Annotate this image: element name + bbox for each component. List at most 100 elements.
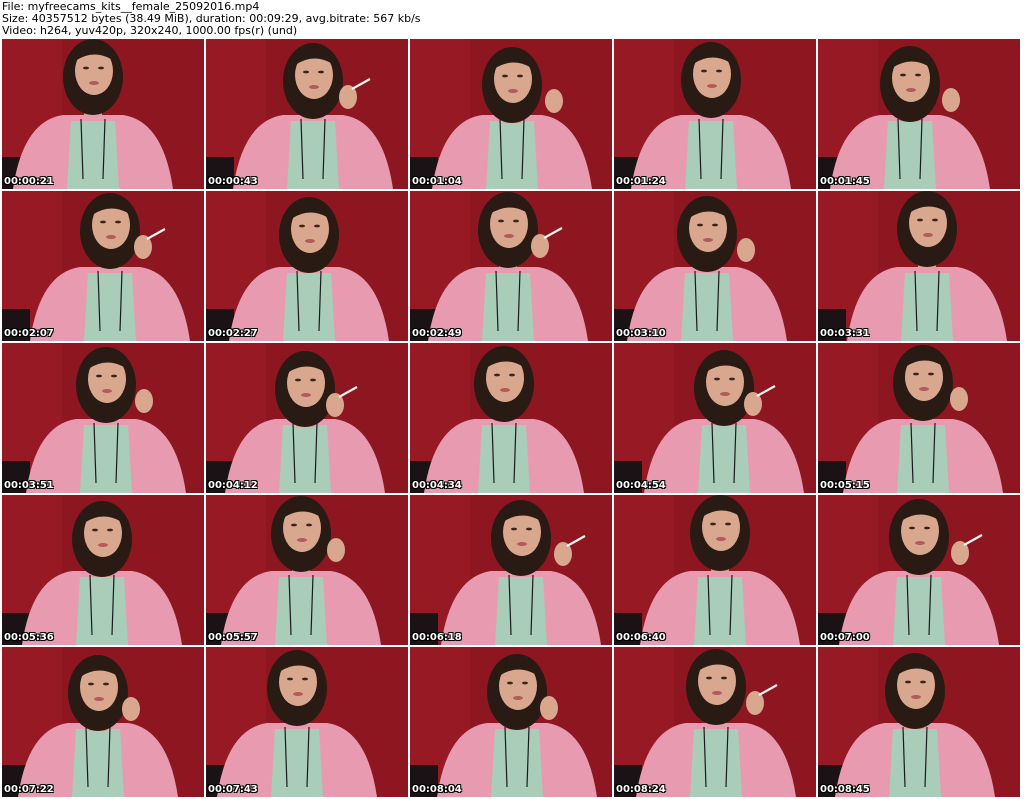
video-frame xyxy=(614,39,816,189)
video-frame xyxy=(410,39,612,189)
video-frame xyxy=(206,343,408,493)
eye xyxy=(299,224,305,228)
mouth xyxy=(513,696,523,700)
eye xyxy=(306,523,312,527)
mint-top xyxy=(275,577,327,645)
hand xyxy=(942,88,960,112)
video-frame xyxy=(410,495,612,645)
eye xyxy=(714,377,720,381)
mint-top xyxy=(884,121,936,189)
mint-top xyxy=(283,273,335,341)
thumbnail-timestamp: 00:01:24 xyxy=(616,176,666,187)
thumbnail-timestamp: 00:07:00 xyxy=(820,632,870,643)
eye xyxy=(725,522,731,526)
video-frame xyxy=(818,495,1020,645)
mint-top xyxy=(279,425,331,493)
video-thumbnail: 00:04:54 xyxy=(614,343,816,493)
eye xyxy=(92,528,98,532)
video-frame xyxy=(410,647,612,797)
hand xyxy=(950,387,968,411)
eye xyxy=(701,69,707,73)
video-thumbnail: 00:02:07 xyxy=(2,191,204,341)
eye xyxy=(913,372,919,376)
thumbnail-timestamp: 00:04:34 xyxy=(412,480,462,491)
thumbnail-timestamp: 00:06:40 xyxy=(616,632,666,643)
mint-top xyxy=(685,121,737,189)
eye xyxy=(310,378,316,382)
thumbnail-timestamp: 00:07:22 xyxy=(4,784,54,795)
mint-top xyxy=(694,577,746,645)
video-frame xyxy=(614,647,816,797)
video-thumbnail: 00:07:00 xyxy=(818,495,1020,645)
thumbnail-timestamp: 00:08:24 xyxy=(616,784,666,795)
eye xyxy=(905,680,911,684)
thumbnail-timestamp: 00:05:57 xyxy=(208,632,258,643)
video-frame xyxy=(818,343,1020,493)
mint-top xyxy=(76,577,128,645)
mouth xyxy=(703,238,713,242)
mint-top xyxy=(897,425,949,493)
mint-top xyxy=(491,729,543,797)
video-frame xyxy=(614,343,816,493)
thumbnail-timestamp: 00:07:43 xyxy=(208,784,258,795)
video-frame xyxy=(206,191,408,341)
hand xyxy=(327,538,345,562)
mouth xyxy=(293,692,303,696)
mouth xyxy=(301,393,311,397)
video-thumbnail: 00:08:04 xyxy=(410,647,612,797)
video-frame xyxy=(206,39,408,189)
eye xyxy=(100,220,106,224)
video-frame xyxy=(818,647,1020,797)
video-thumbnail: 00:02:27 xyxy=(206,191,408,341)
mouth xyxy=(716,537,726,541)
file-info-header: File: myfreecams_kits__female_25092016.m… xyxy=(0,0,1024,38)
video-thumbnail: 00:04:12 xyxy=(206,343,408,493)
hand xyxy=(540,696,558,720)
mouth xyxy=(297,538,307,542)
eye xyxy=(509,373,515,377)
eye xyxy=(710,522,716,526)
thumbnail-timestamp: 00:03:51 xyxy=(4,480,54,491)
mint-top xyxy=(893,577,945,645)
mouth xyxy=(911,695,921,699)
video-frame xyxy=(2,39,204,189)
eye xyxy=(706,676,712,680)
video-thumbnail: 00:05:15 xyxy=(818,343,1020,493)
video-frame xyxy=(2,191,204,341)
eye xyxy=(115,220,121,224)
eye xyxy=(522,681,528,685)
video-thumbnail: 00:01:04 xyxy=(410,39,612,189)
eye xyxy=(909,526,915,530)
mouth xyxy=(500,388,510,392)
video-frame xyxy=(410,343,612,493)
thumbnail-timestamp: 00:01:45 xyxy=(820,176,870,187)
hand xyxy=(737,238,755,262)
mouth xyxy=(720,392,730,396)
eye xyxy=(721,676,727,680)
eye xyxy=(83,66,89,70)
thumbnail-timestamp: 00:01:04 xyxy=(412,176,462,187)
mouth xyxy=(94,697,104,701)
eye xyxy=(291,523,297,527)
video-thumbnail: 00:08:24 xyxy=(614,647,816,797)
mouth xyxy=(102,389,112,393)
mint-top xyxy=(67,121,119,189)
eye xyxy=(697,223,703,227)
thumbnail-timestamp: 00:04:12 xyxy=(208,480,258,491)
video-thumbnail: 00:03:31 xyxy=(818,191,1020,341)
thumbnail-timestamp: 00:02:07 xyxy=(4,328,54,339)
video-thumbnail: 00:06:40 xyxy=(614,495,816,645)
eye xyxy=(928,372,934,376)
eye xyxy=(98,66,104,70)
video-thumbnail: 00:03:10 xyxy=(614,191,816,341)
mint-top xyxy=(287,121,339,189)
eye xyxy=(924,526,930,530)
video-thumbnail: 00:00:43 xyxy=(206,39,408,189)
thumbnail-timestamp: 00:00:43 xyxy=(208,176,258,187)
mouth xyxy=(919,387,929,391)
mint-top xyxy=(486,121,538,189)
mint-top xyxy=(80,425,132,493)
mouth xyxy=(508,89,518,93)
eye xyxy=(517,74,523,78)
eye xyxy=(494,373,500,377)
